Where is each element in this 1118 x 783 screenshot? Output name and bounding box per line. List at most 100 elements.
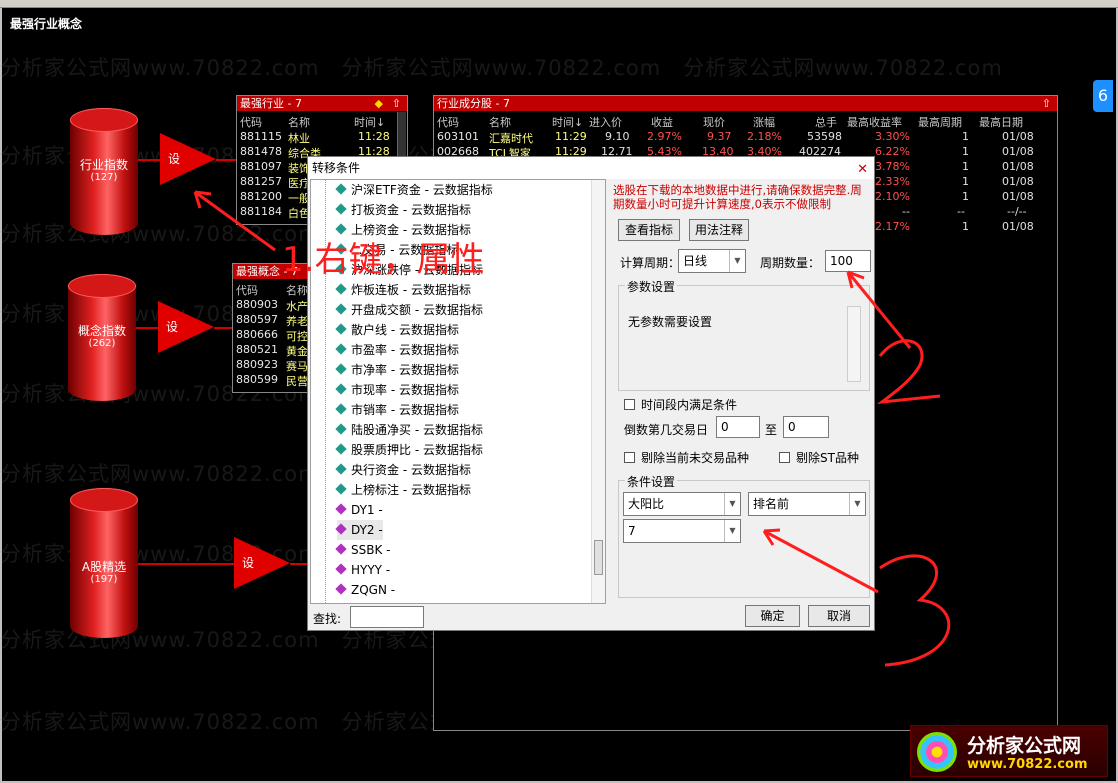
tree-item[interactable]: 市现率 - 云数据指标 [335, 380, 459, 400]
usage-notes-button[interactable]: 用法注释 [689, 219, 749, 241]
table-header: 代码 名称 时间↓ [240, 116, 386, 129]
tree-item-label: 陆股通净买 - 云数据指标 [351, 423, 483, 437]
panel-title: 行业成分股 - 7 ⇧ [434, 96, 1057, 111]
close-icon[interactable]: ✕ [857, 159, 868, 181]
flower-logo-icon [917, 732, 957, 772]
group-title: 条件设置 [625, 473, 678, 490]
condition-value-select[interactable]: 7 ▼ [623, 519, 741, 543]
cylinder-cap [70, 488, 138, 512]
cylinder-cap [70, 108, 138, 132]
scrollbar-thumb[interactable] [594, 540, 603, 575]
params-text: 无参数需要设置 [628, 315, 713, 329]
cylinder-cap [68, 274, 136, 298]
user-formula-icon [335, 563, 347, 575]
table-row[interactable]: 880597 养老 [236, 312, 311, 328]
tree-item[interactable]: HYYY - [335, 560, 390, 580]
tree-item-label: SSBK - [351, 543, 391, 557]
node-count: (127) [90, 172, 118, 183]
logo-url: www.70822.com [967, 757, 1088, 772]
table-row[interactable]: 880903 水产 [236, 297, 311, 313]
pin-icon[interactable]: ⇧ [1042, 96, 1051, 111]
timerange-label: 时间段内满足条件 [641, 398, 738, 412]
view-indicator-button[interactable]: 查看指标 [618, 219, 680, 241]
condition-operator-select[interactable]: 排名前 ▼ [748, 492, 866, 516]
table-header: 代码 名称 时间↓ 进入价 收益 现价 涨幅 总手 最高收益率 最高周期 最高日… [437, 116, 1023, 129]
scrollbar[interactable] [847, 306, 861, 382]
count-label: 周期数量： [760, 256, 821, 270]
filter-arrow-2[interactable]: 设 [158, 301, 214, 353]
toolbar [0, 0, 1118, 8]
pin-icon[interactable]: ⇧ [392, 96, 401, 111]
tree-item[interactable]: 开盘成交额 - 云数据指标 [335, 300, 483, 320]
node-count: (262) [88, 338, 116, 349]
table-row[interactable]: 880923 赛马 [236, 357, 311, 373]
tree-item[interactable]: 打板资金 - 云数据指标 [335, 200, 471, 220]
table-row[interactable]: 880599 民营 [236, 372, 311, 388]
st-label: 剔除ST品种 [796, 451, 859, 465]
connector-line [290, 563, 308, 565]
cloud-indicator-icon [335, 383, 347, 395]
untraded-label: 剔除当前未交易品种 [641, 451, 750, 465]
tree-item-label: ZQGN - [351, 583, 396, 597]
period-count-input[interactable]: 100 [825, 250, 871, 272]
search-label: 查找: [313, 612, 342, 626]
reverse-from-input[interactable]: 0 [716, 416, 760, 438]
chevron-down-icon: ▼ [724, 493, 740, 515]
diamond-icon[interactable]: ◆ [375, 96, 383, 111]
period-select[interactable]: 日线 ▼ [678, 249, 746, 273]
scrollbar[interactable] [591, 180, 605, 603]
connector-line [138, 159, 160, 161]
tree-item-label: 市销率 - 云数据指标 [351, 403, 459, 417]
cancel-button[interactable]: 取消 [808, 605, 870, 627]
table-row[interactable]: 881115 林业 11:28 [240, 129, 395, 145]
condition-field-select[interactable]: 大阳比 ▼ [623, 492, 741, 516]
tree-item[interactable]: 市净率 - 云数据指标 [335, 360, 459, 380]
table-row[interactable]: 880666 可控 [236, 327, 311, 343]
tree-item-label: 股票质押比 - 云数据指标 [351, 443, 483, 457]
data-note: 选股在下载的本地数据中进行,请确保数据完整.周期数量小时可提升计算速度,0表示不… [613, 183, 862, 211]
tree-item-label: DY1 - [351, 503, 383, 517]
tree-item[interactable]: 上榜标注 - 云数据指标 [335, 480, 471, 500]
ok-button[interactable]: 确定 [745, 605, 800, 627]
cloud-indicator-icon [335, 463, 347, 475]
side-panel-tab[interactable]: 6 [1093, 80, 1113, 112]
filter-arrow-3[interactable]: 设 [234, 537, 290, 589]
page-title: 最强行业概念 [10, 17, 83, 31]
timerange-checkbox[interactable] [624, 399, 635, 410]
tree-item[interactable]: 炸板连板 - 云数据指标 [335, 280, 471, 300]
node-label: 概念指数 [77, 324, 126, 338]
tree-item[interactable]: DY1 - [335, 500, 383, 520]
tree-item[interactable]: 散户线 - 云数据指标 [335, 320, 459, 340]
tree-item[interactable]: 沪深ETF资金 - 云数据指标 [335, 180, 493, 200]
tree-item[interactable]: SSBK - [335, 540, 391, 560]
tree-item[interactable]: DY2 - [335, 520, 383, 540]
cloud-indicator-icon [335, 483, 347, 495]
tree-item[interactable]: ZQGN - [335, 580, 396, 600]
user-formula-icon [335, 523, 347, 535]
node-count: (197) [90, 574, 118, 585]
arrow-label: 设 [168, 152, 181, 166]
concept-index-node[interactable]: 概念指数 (262) [68, 274, 136, 401]
tree-item[interactable]: 市盈率 - 云数据指标 [335, 340, 459, 360]
search-input[interactable] [350, 606, 424, 628]
tree-item[interactable]: 陆股通净买 - 云数据指标 [335, 420, 483, 440]
connector-line [214, 327, 234, 329]
tree-item[interactable]: 央行资金 - 云数据指标 [335, 460, 471, 480]
a-share-pick-node[interactable]: A股精选 (197) [70, 488, 138, 638]
user-formula-icon [335, 503, 347, 515]
st-checkbox[interactable] [779, 452, 790, 463]
industry-index-node[interactable]: 行业指数 (127) [70, 108, 138, 235]
arrow-label: 设 [242, 556, 255, 570]
tree-item[interactable]: 市销率 - 云数据指标 [335, 400, 459, 420]
filter-arrow-1[interactable]: 设 [160, 133, 216, 185]
reverse-to-input[interactable]: 0 [783, 416, 829, 438]
tree-item[interactable]: 股票质押比 - 云数据指标 [335, 440, 483, 460]
table-row[interactable]: 603101 汇嘉时代 11:29 9.10 2.97% 9.37 2.18% 53598 3.… [437, 129, 1057, 145]
tree-item-label: 炸板连板 - 云数据指标 [351, 283, 471, 297]
concept-panel: 最强概念 - 7 代码 名称 880903 水产 880597 养老 880666 可… [232, 263, 312, 393]
cloud-indicator-icon [335, 343, 347, 355]
logo-title: 分析家公式网 [967, 735, 1082, 757]
table-row[interactable]: 880521 黄金 [236, 342, 311, 358]
table-header: 代码 名称 [236, 284, 308, 297]
untraded-checkbox[interactable] [624, 452, 635, 463]
